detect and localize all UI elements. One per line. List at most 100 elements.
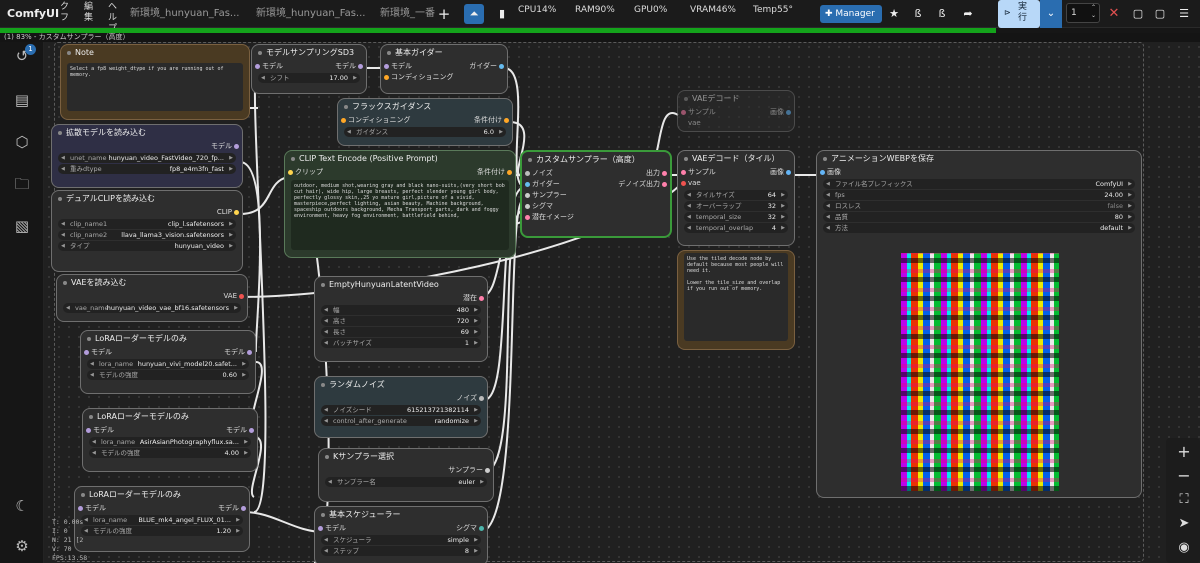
unet-name-widget[interactable]: unet_namehunyuan_video_FastVideo_720_fp.… (58, 153, 236, 163)
menu-workflow[interactable]: ク フ (60, 2, 72, 24)
clip-text-encode-node[interactable]: CLIP Text Encode (Positive Prompt) クリップ条… (284, 150, 516, 258)
load-diffusion-model-node[interactable]: 拡散モデルを読み込む モデル unet_namehunyuan_video_Fa… (51, 124, 243, 188)
weight-dtype-widget[interactable]: 重みdtypefp8_e4m3fn_fast (58, 164, 236, 174)
quality-widget[interactable]: 品質80 (823, 212, 1135, 222)
lora-name-widget[interactable]: lora_nameBLUE_mk4_angel_FLUX_01... (81, 515, 243, 525)
height-widget[interactable]: 高さ720 (321, 316, 481, 326)
width-widget[interactable]: 幅480 (321, 305, 481, 315)
flux-guidance-node[interactable]: フラックスガイダンス コンディショニング条件付け ガイダンス6.0 (337, 98, 513, 146)
panel-toggle-icon[interactable]: ▢ (1128, 4, 1148, 24)
stepper-icon[interactable]: ⌃ ⌄ (1091, 4, 1096, 20)
batch-count-input[interactable]: 1 ⌃ ⌄ (1066, 3, 1100, 23)
zoom-out-icon[interactable]: − (1174, 466, 1194, 486)
node-alias-icon[interactable]: ß (932, 4, 952, 24)
workflow-tab-3[interactable]: 新環境_一番 (374, 4, 441, 24)
theme-moon-icon[interactable]: ☾ (12, 496, 32, 516)
filename-prefix-widget[interactable]: ファイル名プレフィックスComfyUI (823, 179, 1135, 189)
model-strength-widget[interactable]: モデルの強度1.20 (81, 526, 243, 536)
node-title: モデルサンプリングSD3 (252, 45, 366, 61)
lora-loader-node[interactable]: LoRAローダーモデルのみ モデルモデル lora_nameAsirAsianP… (82, 408, 258, 472)
save-animated-webp-node[interactable]: アニメーションWEBPを保存 画像 ファイル名プレフィックスComfyUI fp… (816, 150, 1142, 498)
run-dropdown[interactable]: ⌄ (1040, 0, 1062, 28)
share-arrow-icon[interactable]: ➦ (958, 4, 978, 24)
scheduler-widget[interactable]: スケジューラsimple (321, 535, 481, 545)
lora-name-widget[interactable]: lora_nameAsirAsianPhotographyflux.sa... (89, 437, 251, 447)
manager-button[interactable]: ✚ Manager (820, 5, 882, 23)
note-title: Note (61, 45, 249, 61)
temporal-overlap-widget[interactable]: temporal_overlap4 (684, 223, 788, 233)
noise-seed-widget[interactable]: ノイズシード615213721382114 (321, 405, 481, 415)
output-preview-image[interactable] (901, 253, 1059, 491)
control-after-generate-widget[interactable]: control_after_generaterandomize (321, 416, 481, 426)
zoom-in-icon[interactable]: + (1174, 442, 1194, 462)
workflow-tab-1[interactable]: 新環境_hunyuan_Fas... (124, 4, 245, 24)
empty-hunyuan-latent-video-node[interactable]: EmptyHunyuanLatentVideo 潜在 幅480 高さ720 長さ… (314, 276, 488, 362)
vae-decode-node[interactable]: VAEデコード サンプル 画像 vae (677, 90, 795, 132)
link-line (239, 176, 289, 215)
lora-name-widget[interactable]: lora_namehunyuan_vivi_model20.safet... (87, 359, 249, 369)
menu-hamburger-icon[interactable]: ☰ (1174, 4, 1194, 24)
workflow-tab-2[interactable]: 新環境_hunyuan_Fas... (250, 4, 371, 24)
vae-decode-tiled-node[interactable]: VAEデコード（タイル） サンプル画像 vae タイルサイズ64 オーバーラップ… (677, 150, 795, 246)
length-widget[interactable]: 長さ69 (321, 327, 481, 337)
vae-name-widget[interactable]: vae_namehunyuan_video_vae_bf16.safetenso… (63, 303, 241, 313)
basic-guider-node[interactable]: 基本ガイダー モデル ガイダー コンディショニング (380, 44, 508, 94)
templates-image-icon[interactable]: ▧ (12, 216, 32, 236)
dual-clip-loader-node[interactable]: デュアルCLIPを読み込む CLIP clip_name1clip_l.safe… (51, 190, 243, 272)
clip-type-widget[interactable]: タイプhunyuan_video (58, 241, 236, 251)
note-node[interactable]: Note Select a fp8 weight_dtype if you ar… (60, 44, 250, 120)
tile-size-widget[interactable]: タイルサイズ64 (684, 190, 788, 200)
overlap-widget[interactable]: オーバーラップ32 (684, 201, 788, 211)
toggle-links-eye-icon[interactable]: ◉ (1174, 538, 1194, 558)
steps-widget[interactable]: ステップ8 (321, 546, 481, 556)
shift-widget[interactable]: シフト17.00 (258, 73, 360, 83)
menu-edit[interactable]: 編 集 (84, 2, 96, 24)
model-strength-widget[interactable]: モデルの強度4.00 (89, 448, 251, 458)
ksampler-select-node[interactable]: Kサンプラー選択 サンプラー サンプラー名euler (318, 448, 494, 502)
tiled-decode-note-node[interactable]: Use the tiled decode node by default bec… (677, 250, 795, 350)
guidance-widget[interactable]: ガイダンス6.0 (344, 127, 506, 137)
temporal-size-widget[interactable]: temporal_size32 (684, 212, 788, 222)
bookmark-icon[interactable]: ▮ (492, 4, 512, 24)
close-queue-icon[interactable]: ✕ (1104, 4, 1124, 24)
run-label: 実 行 (1018, 2, 1028, 23)
cpu-stat: CPU14% (518, 5, 557, 15)
lossless-toggle[interactable]: ロスレスfalse (823, 201, 1135, 211)
lora-loader-node[interactable]: LoRAローダーモデルのみ モデルモデル lora_namehunyuan_vi… (80, 330, 256, 394)
prompt-textarea[interactable]: outdoor, medium shot,wearing gray and bl… (291, 180, 509, 250)
batch-size-widget[interactable]: バッチサイズ1 (321, 338, 481, 348)
node-library-icon[interactable]: ▤ (12, 90, 32, 110)
custom-sampler-advanced-node[interactable]: カスタムサンプラー（高度） ノイズ 出力 ガイダー デノイズ出力 サンプラー シグマ… (520, 150, 672, 238)
workflows-folder-icon[interactable]: 🗀 (12, 174, 32, 194)
basic-scheduler-node[interactable]: 基本スケジューラー モデルシグマ スケジューラsimple ステップ8 (314, 506, 488, 563)
left-sidebar: ↺ 1 ▤ ⬡ 🗀 ▧ ☾ ⚙ (0, 42, 44, 563)
settings-gear-icon[interactable]: ⚙ (12, 536, 32, 556)
star-icon[interactable]: ★ (884, 4, 904, 24)
method-widget[interactable]: 方法default (823, 223, 1135, 233)
clip-name2-widget[interactable]: clip_name2llava_llama3_vision.safetensor… (58, 230, 236, 240)
random-noise-node[interactable]: ランダムノイズ ノイズ ノイズシード615213721382114 contro… (314, 376, 488, 438)
node-title: VAEデコード (678, 91, 794, 107)
sampler-name-widget[interactable]: サンプラー名euler (325, 477, 487, 487)
run-button[interactable]: ⊳ 実 行 (998, 0, 1040, 28)
model-library-icon[interactable]: ⬡ (12, 132, 32, 152)
new-tab-plus-icon[interactable]: + (434, 4, 454, 24)
clip-name1-widget[interactable]: clip_name1clip_l.safetensors (58, 219, 236, 229)
bottom-panel-icon[interactable]: ▢ (1150, 4, 1170, 24)
load-vae-node[interactable]: VAEを読み込む VAE vae_namehunyuan_video_vae_b… (56, 274, 248, 322)
lora-loader-node[interactable]: LoRAローダーモデルのみ モデルモデル lora_nameBLUE_mk4_a… (74, 486, 250, 552)
model-download-icon[interactable]: ß (908, 4, 928, 24)
node-title: Kサンプラー選択 (319, 449, 493, 465)
fps-widget[interactable]: fps24.00 (823, 190, 1135, 200)
note-text[interactable]: Select a fp8 weight_dtype if you are run… (67, 63, 243, 111)
play-icon: ⊳ (1004, 8, 1011, 17)
graph-canvas[interactable]: Note Select a fp8 weight_dtype if you ar… (44, 42, 1200, 563)
select-pointer-icon[interactable]: ➤ (1174, 514, 1194, 534)
model-strength-widget[interactable]: モデルの強度0.60 (87, 370, 249, 380)
resource-monitor-icon[interactable]: ⏶ (464, 4, 484, 24)
model-sampling-sd3-node[interactable]: モデルサンプリングSD3 モデル モデル シフト17.00 (251, 44, 367, 94)
app-logo[interactable]: ComfyUI (7, 7, 59, 20)
tiled-note-text[interactable]: Use the tiled decode node by default bec… (684, 253, 788, 341)
node-title: 基本スケジューラー (315, 507, 487, 523)
fit-view-icon[interactable]: ⛶ (1174, 490, 1194, 510)
